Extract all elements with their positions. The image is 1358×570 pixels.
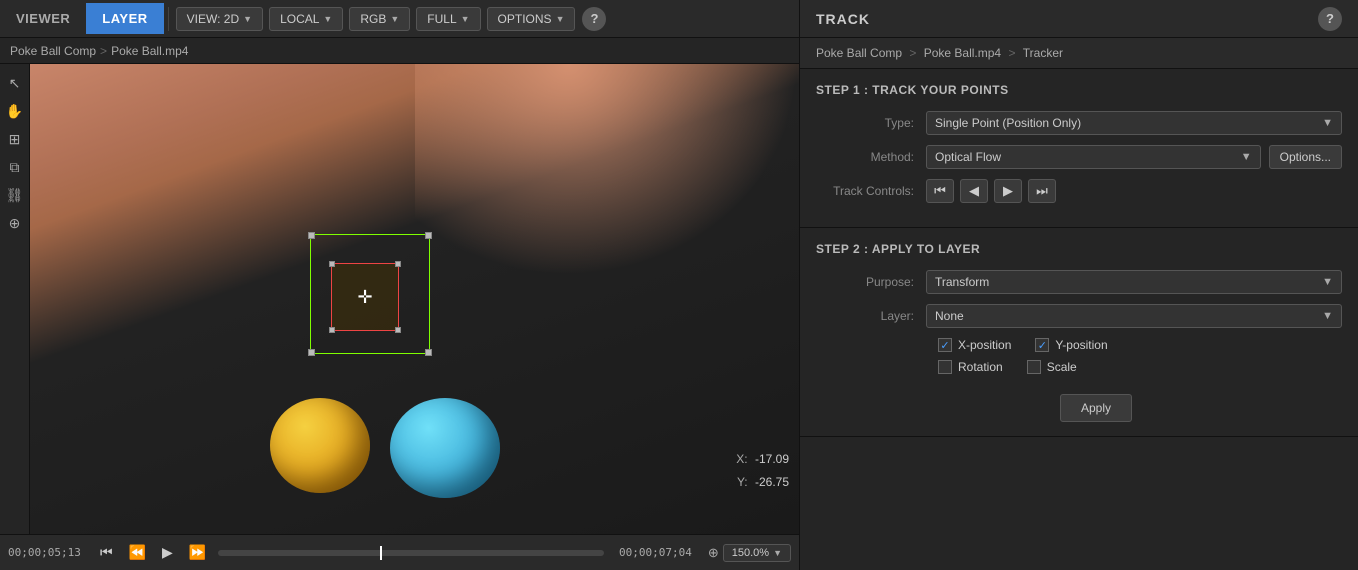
check-icon: ✓ <box>940 339 949 352</box>
layer-label: Layer: <box>816 309 926 323</box>
zoom-icon: ⊕ <box>708 545 719 561</box>
tracker-overlay: ✛ <box>310 234 430 354</box>
layer-row: Layer: None ▼ <box>816 304 1342 328</box>
breadcrumb: Poke Ball Comp > Poke Ball.mp4 <box>0 38 799 64</box>
chevron-down-icon: ▼ <box>323 14 332 24</box>
timeline-track[interactable] <box>218 550 604 556</box>
magnify-tool[interactable]: ⊕ <box>4 212 26 234</box>
play-next-button[interactable]: ⏩ <box>185 542 210 563</box>
zoom-chevron-icon: ▼ <box>773 548 782 558</box>
purpose-label: Purpose: <box>816 275 926 289</box>
video-highlight <box>415 64 800 276</box>
chevron-down-icon: ▼ <box>461 14 470 24</box>
timeline-playhead <box>380 546 382 560</box>
checkbox-row-2: Rotation Scale <box>816 360 1342 374</box>
view-dropdown[interactable]: VIEW: 2D ▼ <box>176 7 263 31</box>
help-button[interactable]: ? <box>582 7 606 31</box>
track-controls-label: Track Controls: <box>816 184 926 198</box>
crosshair-icon: ✛ <box>357 288 372 306</box>
grid-tool[interactable]: ⊞ <box>4 128 26 150</box>
viewer-area: ↖ ✋ ⊞ ⧉ ⛓ ⊕ <box>0 64 799 534</box>
tab-layer[interactable]: LAYER <box>86 3 163 34</box>
step-back-button[interactable]: ◀ <box>960 179 988 203</box>
yposition-box[interactable]: ✓ <box>1035 338 1049 352</box>
purpose-chevron-icon: ▼ <box>1322 276 1333 288</box>
tool-panel: ↖ ✋ ⊞ ⧉ ⛓ ⊕ <box>0 64 30 534</box>
step1-title: STEP 1 : TRACK YOUR POINTS <box>816 83 1342 97</box>
layers-tool[interactable]: ⧉ <box>4 156 26 178</box>
track-panel-title: TRACK <box>816 11 870 27</box>
check-icon: ✓ <box>1038 339 1047 352</box>
method-row: Method: Optical Flow ▼ Options... <box>816 145 1342 169</box>
xposition-checkbox[interactable]: ✓ X-position <box>938 338 1011 352</box>
tab-viewer[interactable]: VIEWER <box>0 3 86 34</box>
play-forward-button[interactable]: ▶ <box>158 542 177 563</box>
blue-ball <box>390 398 500 498</box>
yellow-ball <box>270 398 370 493</box>
poke-ball-shapes <box>270 398 500 498</box>
chevron-down-icon: ▼ <box>390 14 399 24</box>
rgb-dropdown[interactable]: RGB ▼ <box>349 7 410 31</box>
right-panel: Poke Ball Comp > Poke Ball.mp4 > Tracker… <box>800 38 1358 570</box>
step2-section: STEP 2 : APPLY TO LAYER Purpose: Transfo… <box>800 228 1358 437</box>
right-help-button[interactable]: ? <box>1318 7 1342 31</box>
zoom-dropdown[interactable]: 150.0% ▼ <box>723 544 791 562</box>
zoom-level-control[interactable]: ⊕ 150.0% ▼ <box>708 544 791 562</box>
coords-display: X: -17.09 Y: -26.75 <box>736 449 789 492</box>
track-controls-row: Track Controls: ⏮ ◀ ▶ ⏭ <box>816 179 1342 203</box>
scale-box[interactable] <box>1027 360 1041 374</box>
scale-checkbox[interactable]: Scale <box>1027 360 1077 374</box>
rewind-button[interactable]: ⏮ <box>926 179 954 203</box>
options-dropdown[interactable]: OPTIONS ▼ <box>487 7 576 31</box>
layer-select[interactable]: None ▼ <box>926 304 1342 328</box>
divider <box>168 7 169 31</box>
local-dropdown[interactable]: LOCAL ▼ <box>269 7 343 31</box>
select-tool[interactable]: ↖ <box>4 72 26 94</box>
method-select[interactable]: Optical Flow ▼ <box>926 145 1261 169</box>
rotation-box[interactable] <box>938 360 952 374</box>
method-label: Method: <box>816 150 926 164</box>
checkbox-row-1: ✓ X-position ✓ Y-position <box>816 338 1342 352</box>
apply-button[interactable]: Apply <box>1060 394 1132 422</box>
chevron-down-icon: ▼ <box>556 14 565 24</box>
layer-chevron-icon: ▼ <box>1322 310 1333 322</box>
method-chevron-icon: ▼ <box>1241 151 1252 163</box>
play-button[interactable]: ▶ <box>994 179 1022 203</box>
options-button[interactable]: Options... <box>1269 145 1342 169</box>
step-fwd-button[interactable]: ⏭ <box>1028 179 1056 203</box>
play-back-button[interactable]: ⏪ <box>125 542 150 563</box>
rotation-checkbox[interactable]: Rotation <box>938 360 1003 374</box>
time-end: 00;00;07;04 <box>612 546 692 559</box>
type-row: Type: Single Point (Position Only) ▼ <box>816 111 1342 135</box>
yposition-checkbox[interactable]: ✓ Y-position <box>1035 338 1107 352</box>
full-dropdown[interactable]: FULL ▼ <box>416 7 480 31</box>
type-chevron-icon: ▼ <box>1322 117 1333 129</box>
chevron-down-icon: ▼ <box>243 14 252 24</box>
timeline-bar: 00;00;05;13 ⏮ ⏪ ▶ ⏩ 00;00;07;04 ⊕ 150.0%… <box>0 534 799 570</box>
step1-section: STEP 1 : TRACK YOUR POINTS Type: Single … <box>800 69 1358 228</box>
link-tool[interactable]: ⛓ <box>4 184 26 206</box>
hand-tool[interactable]: ✋ <box>4 100 26 122</box>
purpose-select[interactable]: Transform ▼ <box>926 270 1342 294</box>
go-start-button[interactable]: ⏮ <box>96 542 117 563</box>
type-label: Type: <box>816 116 926 130</box>
type-select[interactable]: Single Point (Position Only) ▼ <box>926 111 1342 135</box>
step2-title: STEP 2 : APPLY TO LAYER <box>816 242 1342 256</box>
time-start: 00;00;05;13 <box>8 546 88 559</box>
purpose-row: Purpose: Transform ▼ <box>816 270 1342 294</box>
track-controls: ⏮ ◀ ▶ ⏭ <box>926 179 1056 203</box>
right-breadcrumb: Poke Ball Comp > Poke Ball.mp4 > Tracker <box>800 38 1358 69</box>
xposition-box[interactable]: ✓ <box>938 338 952 352</box>
